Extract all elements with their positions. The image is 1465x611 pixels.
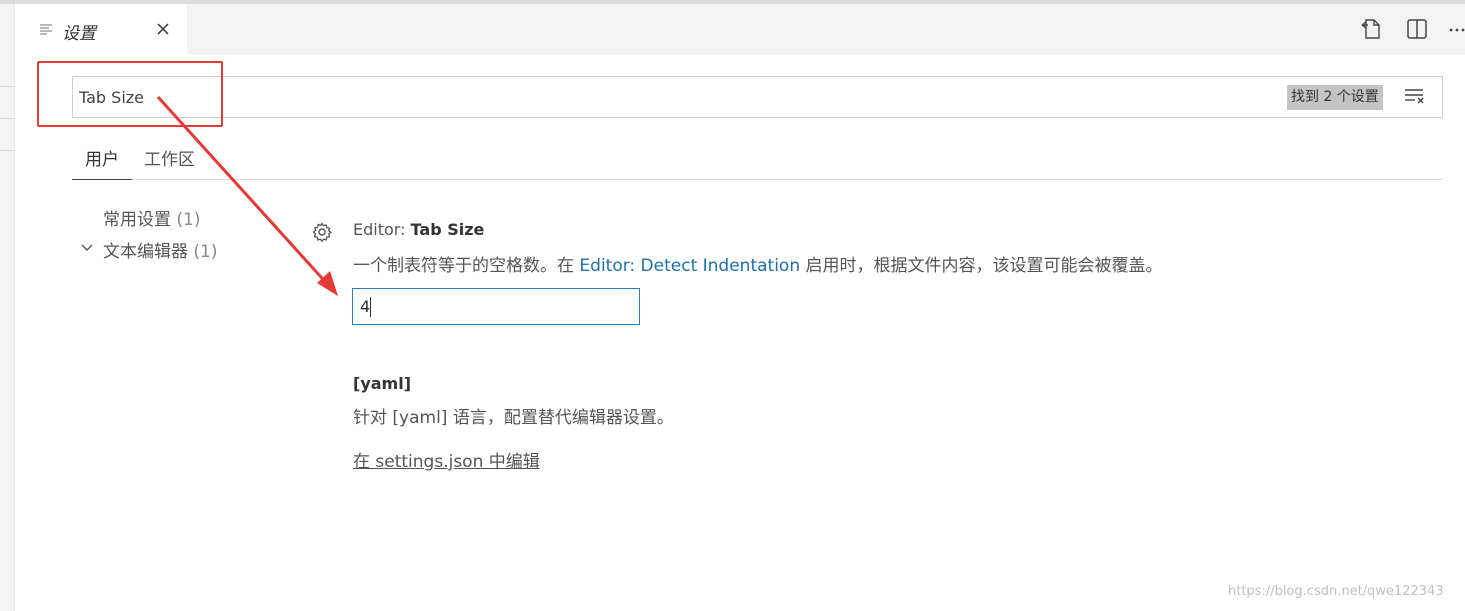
yaml-override-description: 针对 [yaml] 语言，配置替代编辑器设置。 — [353, 408, 674, 428]
setting-title: Editor: Tab Size — [353, 220, 485, 239]
text-cursor — [370, 297, 371, 317]
side-gutter — [0, 4, 15, 611]
settings-tab[interactable]: 设置 — [15, 4, 187, 55]
more-actions-icon[interactable] — [1448, 17, 1465, 41]
settings-search-input[interactable] — [79, 85, 1259, 109]
tab-user[interactable]: 用户 — [72, 145, 132, 180]
chevron-down-icon[interactable] — [80, 241, 94, 255]
toc-item-commonly-used[interactable]: 常用设置 (1) — [103, 205, 201, 230]
settings-search-box: 找到 2 个设置 — [72, 76, 1443, 118]
tab-bar — [15, 4, 1465, 55]
list-icon — [40, 24, 52, 35]
gear-icon[interactable] — [311, 221, 333, 243]
yaml-override-title: [yaml] — [353, 374, 412, 393]
settings-window: 设置 找到 2 个设置 用户 工作区 常用设置 (1) — [0, 0, 1465, 611]
scope-tabs: 用户 工作区 — [72, 142, 1443, 180]
annotation-highlight-box — [37, 61, 223, 127]
edit-in-settings-json-link[interactable]: 在 settings.json 中编辑 — [353, 447, 540, 472]
tab-size-input[interactable] — [352, 288, 640, 325]
clear-filter-icon[interactable] — [1403, 87, 1425, 105]
search-result-count: 找到 2 个设置 — [1287, 85, 1383, 110]
split-editor-icon[interactable] — [1405, 17, 1429, 41]
tab-title: 设置 — [62, 24, 96, 44]
toc-item-text-editor[interactable]: 文本编辑器 (1) — [103, 237, 218, 262]
close-icon[interactable] — [154, 20, 172, 38]
tab-workspace[interactable]: 工作区 — [144, 145, 195, 180]
setting-description: 一个制表符等于的空格数。在 Editor: Detect Indentation… — [353, 256, 1163, 276]
open-json-icon[interactable] — [1359, 17, 1383, 41]
detect-indentation-link[interactable]: Editor: Detect Indentation — [579, 256, 800, 276]
watermark: https://blog.csdn.net/qwe122343 — [1228, 584, 1444, 599]
